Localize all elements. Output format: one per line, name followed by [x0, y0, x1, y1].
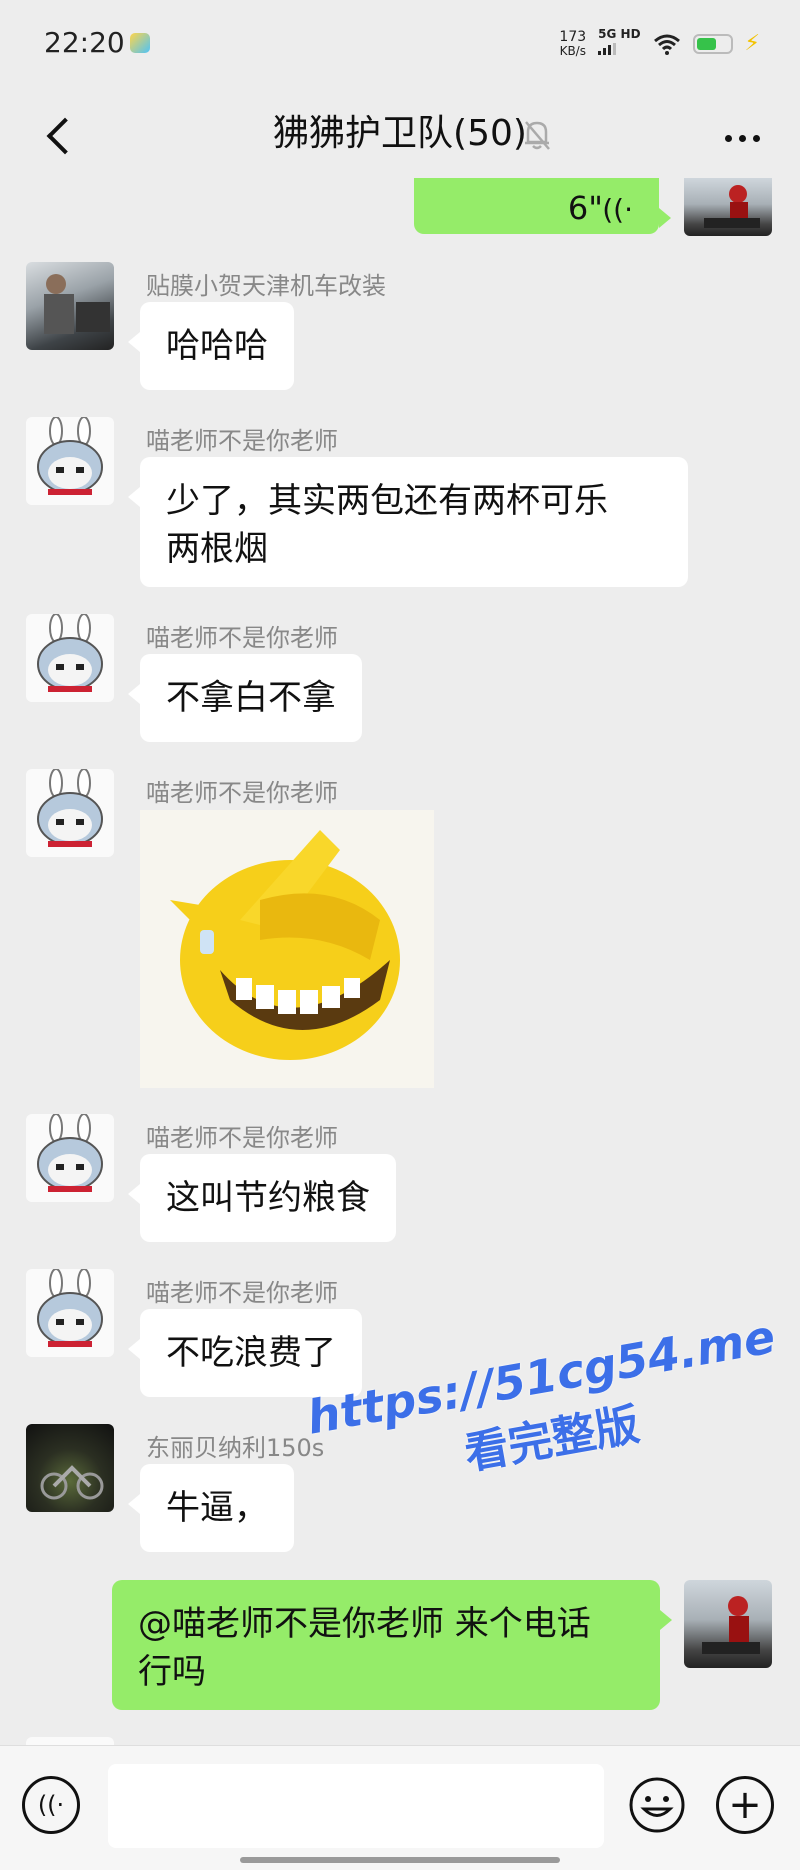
- message-input-bar: ((· +: [0, 1745, 800, 1870]
- signal-icon: [598, 43, 617, 55]
- home-indicator[interactable]: [240, 1857, 560, 1863]
- my-message-bubble[interactable]: @喵老师不是你老师 来个电话 行吗: [112, 1580, 672, 1710]
- net-speed-unit: KB/s: [559, 43, 586, 58]
- more-options-button[interactable]: [712, 108, 772, 168]
- net-speed-value: 173: [559, 28, 587, 45]
- status-indicators: 173 KB/s 5G HD ⚡: [559, 28, 760, 59]
- message-bubble[interactable]: 不吃浪费了: [128, 1309, 362, 1397]
- message-bubble[interactable]: 这叫节约粮食: [128, 1154, 396, 1242]
- sender-name: 喵老师不是你老师: [146, 779, 338, 807]
- app-notification-icon: [130, 33, 150, 53]
- sender-avatar[interactable]: [26, 1424, 114, 1512]
- sender-avatar[interactable]: [26, 262, 114, 350]
- sender-avatar[interactable]: [26, 614, 114, 702]
- voice-duration: 6": [567, 189, 603, 227]
- sender-avatar[interactable]: [26, 417, 114, 505]
- my-voice-message[interactable]: 6" ((·: [414, 178, 671, 234]
- sender-name: 东丽贝纳利150s: [146, 1434, 325, 1462]
- status-time: 22:20: [44, 26, 125, 59]
- chat-header: 狒狒护卫队(50): [0, 88, 800, 184]
- network-type: 5G HD: [598, 27, 641, 41]
- sender-avatar[interactable]: [26, 1269, 114, 1357]
- sender-name: 喵老师不是你老师: [146, 427, 338, 455]
- status-bar: 22:20 173 KB/s 5G HD ⚡: [0, 0, 800, 88]
- plus-circle-icon[interactable]: +: [716, 1776, 774, 1834]
- wifi-icon: [653, 34, 680, 55]
- my-avatar[interactable]: [684, 178, 772, 236]
- message-bubble[interactable]: 不拿白不拿: [128, 654, 362, 742]
- sender-name: 贴膜小贺天津机车改装: [146, 272, 386, 300]
- bell-off-icon: [525, 121, 550, 150]
- network-indicator: 5G HD: [598, 27, 641, 59]
- net-speed: 173 KB/s: [559, 30, 586, 58]
- battery-icon: [692, 33, 733, 54]
- sender-avatar[interactable]: [26, 1114, 114, 1202]
- chat-title: 狒狒护卫队(50): [273, 113, 527, 154]
- charging-icon: ⚡: [744, 31, 760, 56]
- sender-avatar: [26, 1737, 114, 1745]
- my-avatar[interactable]: [684, 1580, 772, 1668]
- watermark: https://51cg54.me 看完整版: [300, 1309, 793, 1509]
- message-bubble[interactable]: 牛逼，: [128, 1464, 294, 1552]
- emoji-icon[interactable]: [628, 1776, 686, 1834]
- sender-avatar[interactable]: [26, 769, 114, 857]
- voice-wave-icon: ((·: [602, 193, 633, 226]
- voice-input-button[interactable]: ((·: [22, 1776, 80, 1834]
- laughing-emoji-sticker[interactable]: [140, 810, 434, 1088]
- message-bubble[interactable]: 少了，其实两包还有两杯可乐 两根烟: [128, 457, 688, 587]
- message-input[interactable]: [108, 1764, 604, 1848]
- sender-name: 喵老师不是你老师: [146, 1279, 338, 1307]
- sender-name: 喵老师不是你老师: [146, 624, 338, 652]
- message-bubble[interactable]: 哈哈哈: [128, 302, 294, 390]
- sender-name: 喵老师不是你老师: [146, 1124, 338, 1152]
- voice-input-icon: ((·: [37, 1791, 65, 1819]
